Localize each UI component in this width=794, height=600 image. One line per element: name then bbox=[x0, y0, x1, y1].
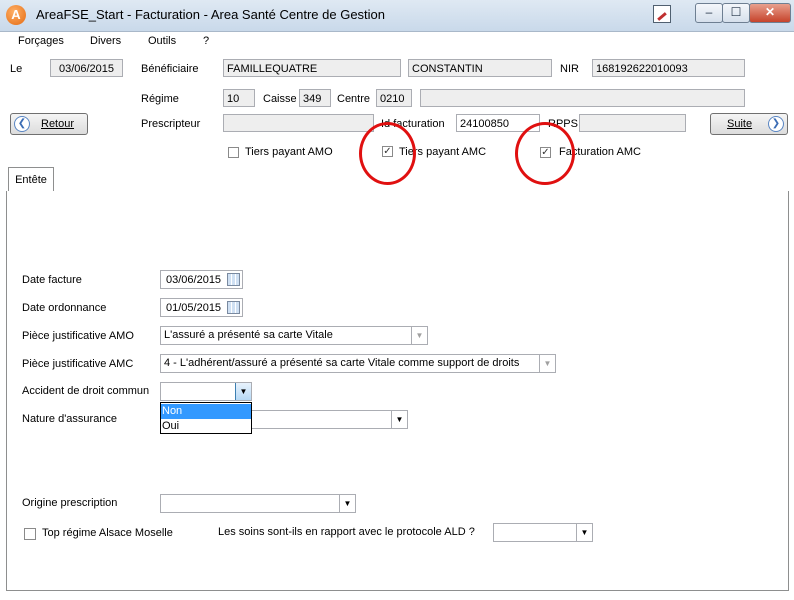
ald-select[interactable]: ▼ bbox=[493, 523, 593, 542]
tiers-payant-amo-checkbox[interactable] bbox=[228, 147, 239, 158]
close-icon[interactable]: ✕ bbox=[749, 3, 791, 23]
beneficiaire-prenom-field[interactable]: CONSTANTIN bbox=[408, 59, 552, 77]
le-label: Le bbox=[10, 63, 23, 75]
accident-label: Accident de droit commun bbox=[22, 385, 150, 397]
nir-label: NIR bbox=[560, 63, 579, 75]
retour-button-label: Retour bbox=[41, 118, 75, 130]
date-ordonnance-value: 01/05/2015 bbox=[166, 302, 222, 314]
dropdown-arrow-icon[interactable]: ▼ bbox=[339, 495, 355, 512]
dropdown-arrow-icon[interactable]: ▼ bbox=[411, 327, 427, 344]
regime-label: Régime bbox=[141, 93, 179, 105]
menu-help[interactable]: ? bbox=[203, 35, 209, 47]
tiers-payant-amo-label: Tiers payant AMO bbox=[245, 146, 333, 158]
window-title: AreaFSE_Start - Facturation - Area Santé… bbox=[36, 7, 386, 22]
alsace-moselle-checkbox[interactable] bbox=[24, 528, 36, 540]
origine-label: Origine prescription bbox=[22, 497, 118, 509]
nature-label: Nature d'assurance bbox=[22, 413, 118, 425]
piece-amo-select[interactable]: L'assuré a présenté sa carte Vitale ▼ bbox=[160, 326, 428, 345]
retour-button[interactable]: ❮ Retour bbox=[10, 113, 88, 135]
ald-label: Les soins sont-ils en rapport avec le pr… bbox=[218, 526, 475, 538]
alsace-moselle-label: Top régime Alsace Moselle bbox=[42, 527, 173, 539]
piece-amc-label: Pièce justificative AMC bbox=[22, 358, 134, 370]
rpps-field[interactable] bbox=[579, 114, 686, 132]
chevron-right-icon: ❯ bbox=[768, 116, 784, 132]
annotation-circle bbox=[515, 122, 575, 185]
piece-amc-value: 4 - L'adhérent/assuré a présenté sa cart… bbox=[164, 357, 520, 369]
dropdown-arrow-icon[interactable]: ▼ bbox=[235, 383, 251, 400]
prescripteur-field[interactable] bbox=[223, 114, 374, 132]
piece-amc-select[interactable]: 4 - L'adhérent/assuré a présenté sa cart… bbox=[160, 354, 556, 373]
maximize-icon[interactable]: ☐ bbox=[722, 3, 750, 23]
menu-outils[interactable]: Outils bbox=[148, 35, 176, 47]
piece-amo-value: L'assuré a présenté sa carte Vitale bbox=[164, 329, 333, 341]
dropdown-arrow-icon[interactable]: ▼ bbox=[391, 411, 407, 428]
option-oui[interactable]: Oui bbox=[161, 419, 251, 434]
calendar-icon[interactable] bbox=[227, 301, 240, 314]
centre-field[interactable]: 0210 bbox=[376, 89, 412, 107]
title-bar: A AreaFSE_Start - Facturation - Area San… bbox=[0, 0, 794, 32]
system-tray-icon[interactable] bbox=[653, 5, 671, 23]
menu-divers[interactable]: Divers bbox=[90, 35, 121, 47]
accident-select[interactable]: ▼ bbox=[160, 382, 252, 401]
suite-button-label: Suite bbox=[727, 118, 753, 130]
regime-field[interactable]: 10 bbox=[223, 89, 255, 107]
le-date-field[interactable]: 03/06/2015 bbox=[50, 59, 123, 77]
app-logo-icon: A bbox=[6, 5, 26, 25]
suite-button[interactable]: Suite ❯ bbox=[710, 113, 788, 135]
nir-field[interactable]: 168192622010093 bbox=[592, 59, 745, 77]
date-facture-field[interactable]: 03/06/2015 bbox=[160, 270, 243, 289]
caisse-label: Caisse bbox=[263, 93, 297, 105]
beneficiaire-nom-field[interactable]: FAMILLEQUATRE bbox=[223, 59, 401, 77]
accident-dropdown-list: Non Oui bbox=[160, 402, 252, 434]
origine-select[interactable]: ▼ bbox=[160, 494, 356, 513]
date-ordonnance-field[interactable]: 01/05/2015 bbox=[160, 298, 243, 317]
caisse-field[interactable]: 349 bbox=[299, 89, 331, 107]
beneficiaire-label: Bénéficiaire bbox=[141, 63, 199, 75]
calendar-icon[interactable] bbox=[227, 273, 240, 286]
date-ordonnance-label: Date ordonnance bbox=[22, 302, 107, 314]
dropdown-arrow-icon[interactable]: ▼ bbox=[576, 524, 592, 541]
prescripteur-label: Prescripteur bbox=[141, 118, 201, 130]
date-facture-value: 03/06/2015 bbox=[166, 274, 222, 286]
centre-name-field[interactable] bbox=[420, 89, 745, 107]
date-facture-label: Date facture bbox=[22, 274, 82, 286]
annotation-circle bbox=[359, 122, 416, 185]
option-non[interactable]: Non bbox=[161, 404, 251, 419]
piece-amo-label: Pièce justificative AMO bbox=[22, 330, 134, 342]
menu-forcages[interactable]: Forçages bbox=[18, 35, 64, 47]
dropdown-arrow-icon[interactable]: ▼ bbox=[539, 355, 555, 372]
tab-entete[interactable]: Entête bbox=[8, 167, 54, 191]
minimize-icon[interactable]: – bbox=[695, 3, 723, 23]
centre-label: Centre bbox=[337, 93, 371, 105]
chevron-left-icon: ❮ bbox=[14, 116, 30, 132]
